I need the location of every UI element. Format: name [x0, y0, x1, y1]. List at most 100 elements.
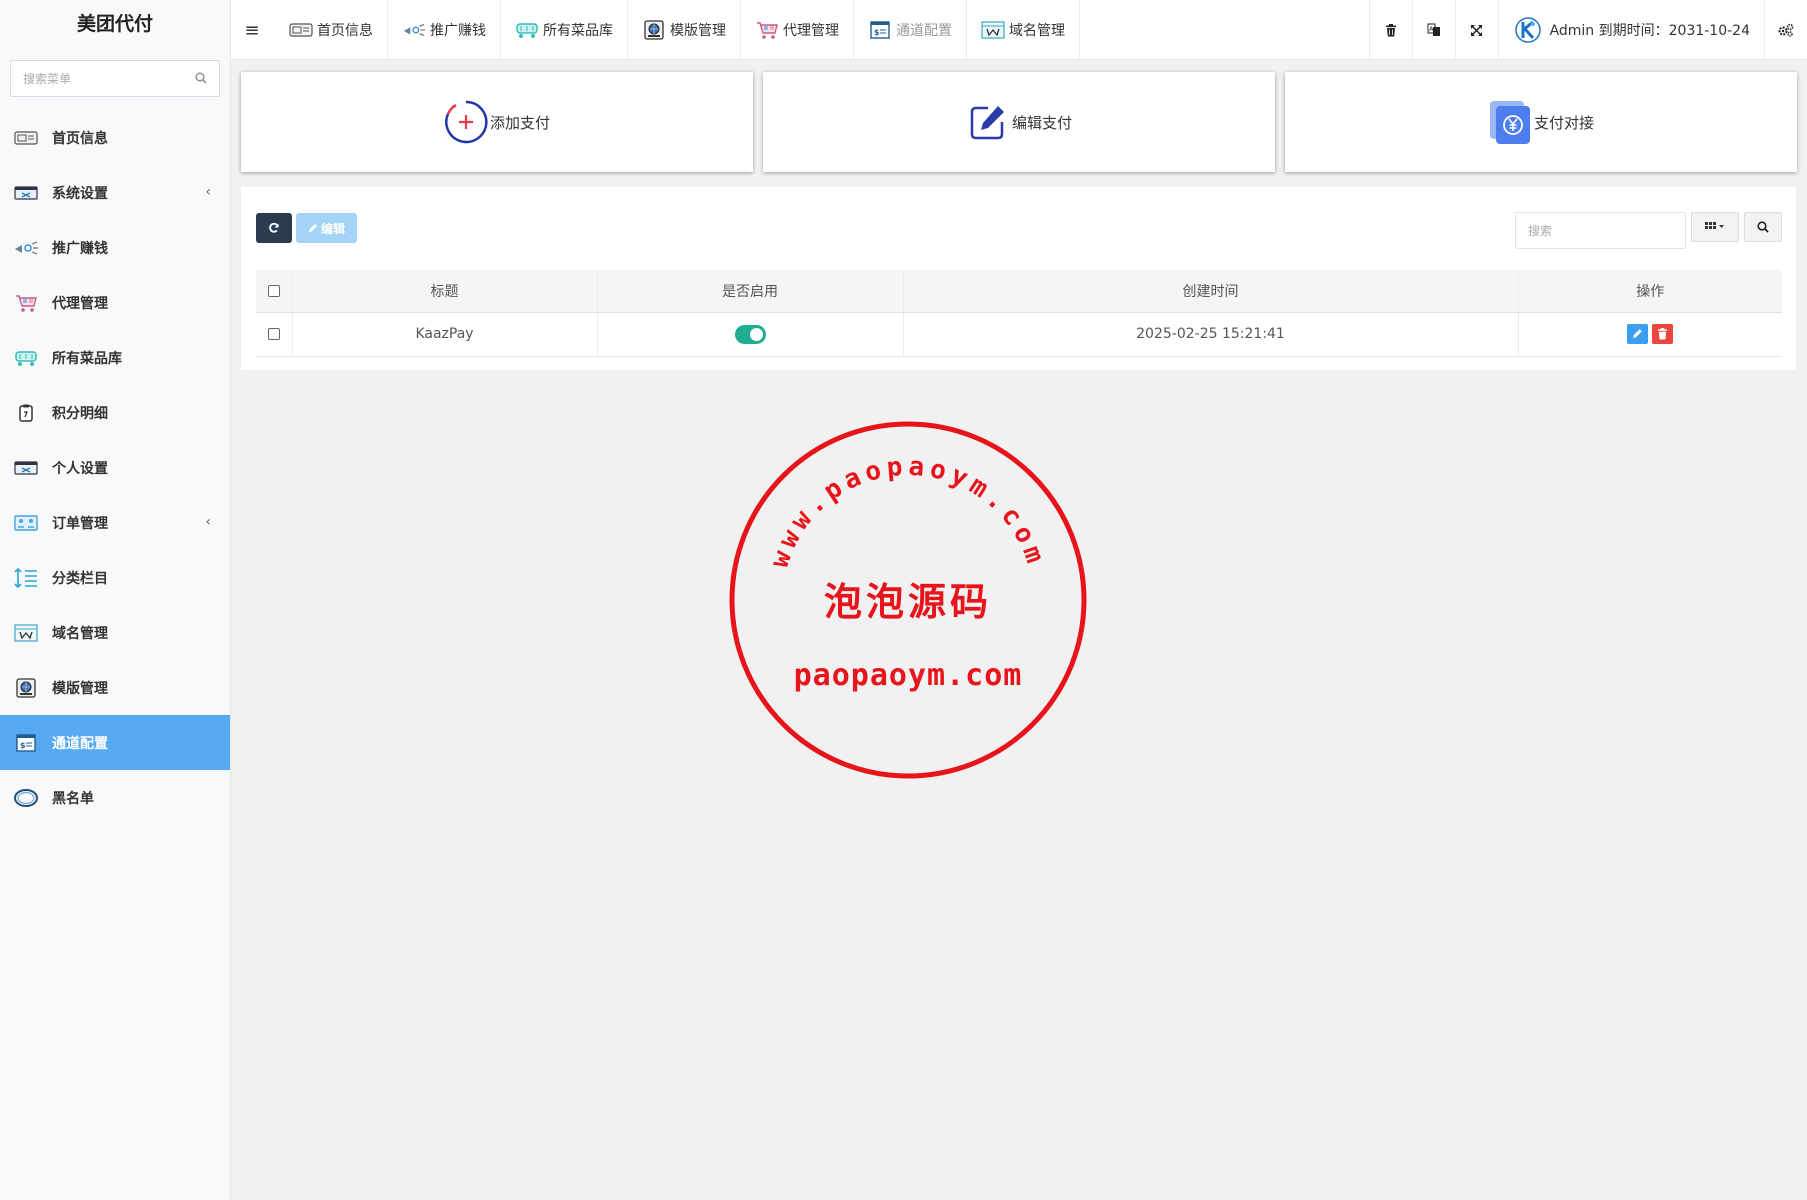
dishes-icon	[13, 347, 39, 369]
chevron-left-icon: ‹	[205, 184, 211, 200]
watermark-center-text: 泡泡源码	[824, 579, 992, 624]
columns-grid-icon	[1705, 222, 1724, 229]
payment-integration-label: 支付对接	[1533, 113, 1594, 132]
translate-icon[interactable]: A	[1411, 0, 1455, 60]
system-settings-icon	[13, 182, 39, 204]
search-button[interactable]	[1744, 212, 1782, 242]
user-menu[interactable]: Admin 到期时间：2031-10-24	[1497, 0, 1765, 60]
fullscreen-icon[interactable]	[1454, 0, 1498, 60]
template-icon	[13, 677, 39, 699]
sidebar-item-agents[interactable]: 代理管理	[0, 275, 230, 330]
dishes-icon	[515, 20, 539, 40]
tab-promotion[interactable]: 推广赚钱	[388, 0, 501, 60]
tab-label: 推广赚钱	[430, 23, 486, 39]
domain-icon	[981, 20, 1005, 40]
sidebar-item-domains[interactable]: 域名管理	[0, 605, 230, 660]
row-title: KaazPay	[292, 312, 598, 357]
add-circle-icon	[444, 100, 488, 144]
sidebar-item-templates[interactable]: 模版管理	[0, 660, 230, 715]
tab-label: 代理管理	[783, 23, 839, 39]
sidebar-item-points[interactable]: 积分明细	[0, 385, 230, 440]
refresh-button[interactable]	[256, 213, 292, 243]
yuan-wallet-icon	[1488, 100, 1532, 144]
sidebar: 美团代付 首页信息 系统设置 ‹ 推广赚钱 代理管理 所有菜品库	[0, 0, 231, 1200]
tab-label: 所有菜品库	[543, 23, 613, 39]
sidebar-item-system-settings[interactable]: 系统设置 ‹	[0, 165, 230, 220]
table-search-tools	[1515, 212, 1782, 249]
add-payment-label: 添加支付	[489, 113, 550, 132]
brand-title: 美团代付	[76, 13, 153, 35]
column-created[interactable]: 创建时间	[903, 270, 1519, 313]
column-title[interactable]: 标题	[292, 270, 598, 313]
personal-settings-icon	[13, 457, 39, 479]
pencil-icon	[1633, 329, 1643, 338]
search-icon[interactable]	[195, 72, 207, 88]
column-actions: 操作	[1518, 270, 1782, 313]
sidebar-item-promotion[interactable]: 推广赚钱	[0, 220, 230, 275]
svg-text:$: $	[874, 28, 880, 37]
category-icon	[13, 567, 39, 589]
sidebar-item-label: 所有菜品库	[52, 350, 122, 367]
sidebar-item-channel-config[interactable]: $ 通道配置	[0, 715, 230, 770]
tab-channel-config[interactable]: $ 通道配置	[854, 0, 967, 60]
domain-icon	[13, 622, 39, 644]
orders-icon	[13, 512, 39, 534]
add-payment-card[interactable]: 添加支付	[241, 72, 753, 172]
row-delete-button[interactable]	[1652, 324, 1674, 344]
sidebar-item-label: 系统设置	[52, 185, 108, 202]
sidebar-item-label: 黑名单	[52, 790, 94, 807]
user-expiry-text: Admin 到期时间：2031-10-24	[1549, 23, 1750, 39]
table-row[interactable]: KaazPay 2025-02-25 15:21:41	[256, 312, 1782, 357]
payment-table-panel: 编辑 标题 是否启用 创建时间 操作 KaazPay 2025-	[241, 187, 1796, 370]
promotion-icon	[13, 237, 39, 259]
sidebar-item-dashboard[interactable]: 首页信息	[0, 110, 230, 165]
row-checkbox[interactable]	[267, 328, 280, 340]
watermark-bottom-text: paopaoym.com	[794, 658, 1023, 693]
sidebar-item-orders[interactable]: 订单管理 ‹	[0, 495, 230, 550]
sidebar-item-label: 首页信息	[52, 130, 108, 147]
sidebar-item-label: 个人设置	[52, 460, 108, 477]
tab-label: 首页信息	[317, 23, 373, 39]
select-all-checkbox[interactable]	[267, 284, 280, 297]
tab-dashboard[interactable]: 首页信息	[275, 0, 388, 60]
trash-icon	[1658, 328, 1668, 340]
sidebar-item-label: 分类栏目	[52, 570, 108, 587]
top-bar: ≡ 首页信息 推广赚钱 所有菜品库 模版管理 代理管理 $ 通道配置 域名管理	[231, 0, 1807, 60]
sidebar-item-blacklist[interactable]: 黑名单	[0, 770, 230, 825]
template-icon	[642, 20, 666, 40]
svg-text:$: $	[20, 741, 26, 750]
channel-config-icon: $	[13, 732, 39, 754]
payment-integration-card[interactable]: 支付对接	[1285, 72, 1797, 172]
clear-cache-trash-icon[interactable]	[1368, 0, 1412, 60]
tab-label: 域名管理	[1009, 23, 1065, 39]
enabled-toggle[interactable]	[734, 324, 766, 344]
dashboard-icon	[13, 127, 39, 149]
columns-toggle-button[interactable]	[1691, 212, 1739, 242]
sidebar-item-category[interactable]: 分类栏目	[0, 550, 230, 605]
edit-payment-card[interactable]: 编辑支付	[763, 72, 1275, 172]
tab-dishes[interactable]: 所有菜品库	[501, 0, 628, 60]
column-enabled[interactable]: 是否启用	[597, 270, 904, 313]
search-icon	[1757, 221, 1769, 233]
dashboard-icon	[289, 20, 313, 40]
tab-domains[interactable]: 域名管理	[967, 0, 1080, 60]
promotion-icon	[402, 20, 426, 40]
chevron-left-icon: ‹	[205, 514, 211, 530]
refresh-icon	[269, 222, 279, 233]
tab-templates[interactable]: 模版管理	[628, 0, 741, 60]
sidebar-item-dishes[interactable]: 所有菜品库	[0, 330, 230, 385]
avatar	[1514, 17, 1541, 43]
row-edit-button[interactable]	[1627, 324, 1649, 344]
edit-button[interactable]: 编辑	[296, 213, 358, 243]
top-tabs: 首页信息 推广赚钱 所有菜品库 模版管理 代理管理 $ 通道配置 域名管理	[275, 0, 1080, 60]
menu-toggle-icon[interactable]: ≡	[231, 0, 273, 60]
watermark-arc-text: www.paopaoym.com	[765, 452, 1052, 572]
menu-search-input[interactable]	[11, 61, 219, 96]
settings-gear-icon[interactable]	[1765, 0, 1807, 60]
select-all-cell	[256, 270, 293, 313]
table-search-input[interactable]	[1515, 212, 1686, 249]
sidebar-menu: 首页信息 系统设置 ‹ 推广赚钱 代理管理 所有菜品库 积分明细 个人设置 订单…	[0, 110, 230, 825]
sidebar-item-personal-settings[interactable]: 个人设置	[0, 440, 230, 495]
tab-agents[interactable]: 代理管理	[741, 0, 854, 60]
action-cards: 添加支付 编辑支付 支付对接	[241, 72, 1797, 172]
